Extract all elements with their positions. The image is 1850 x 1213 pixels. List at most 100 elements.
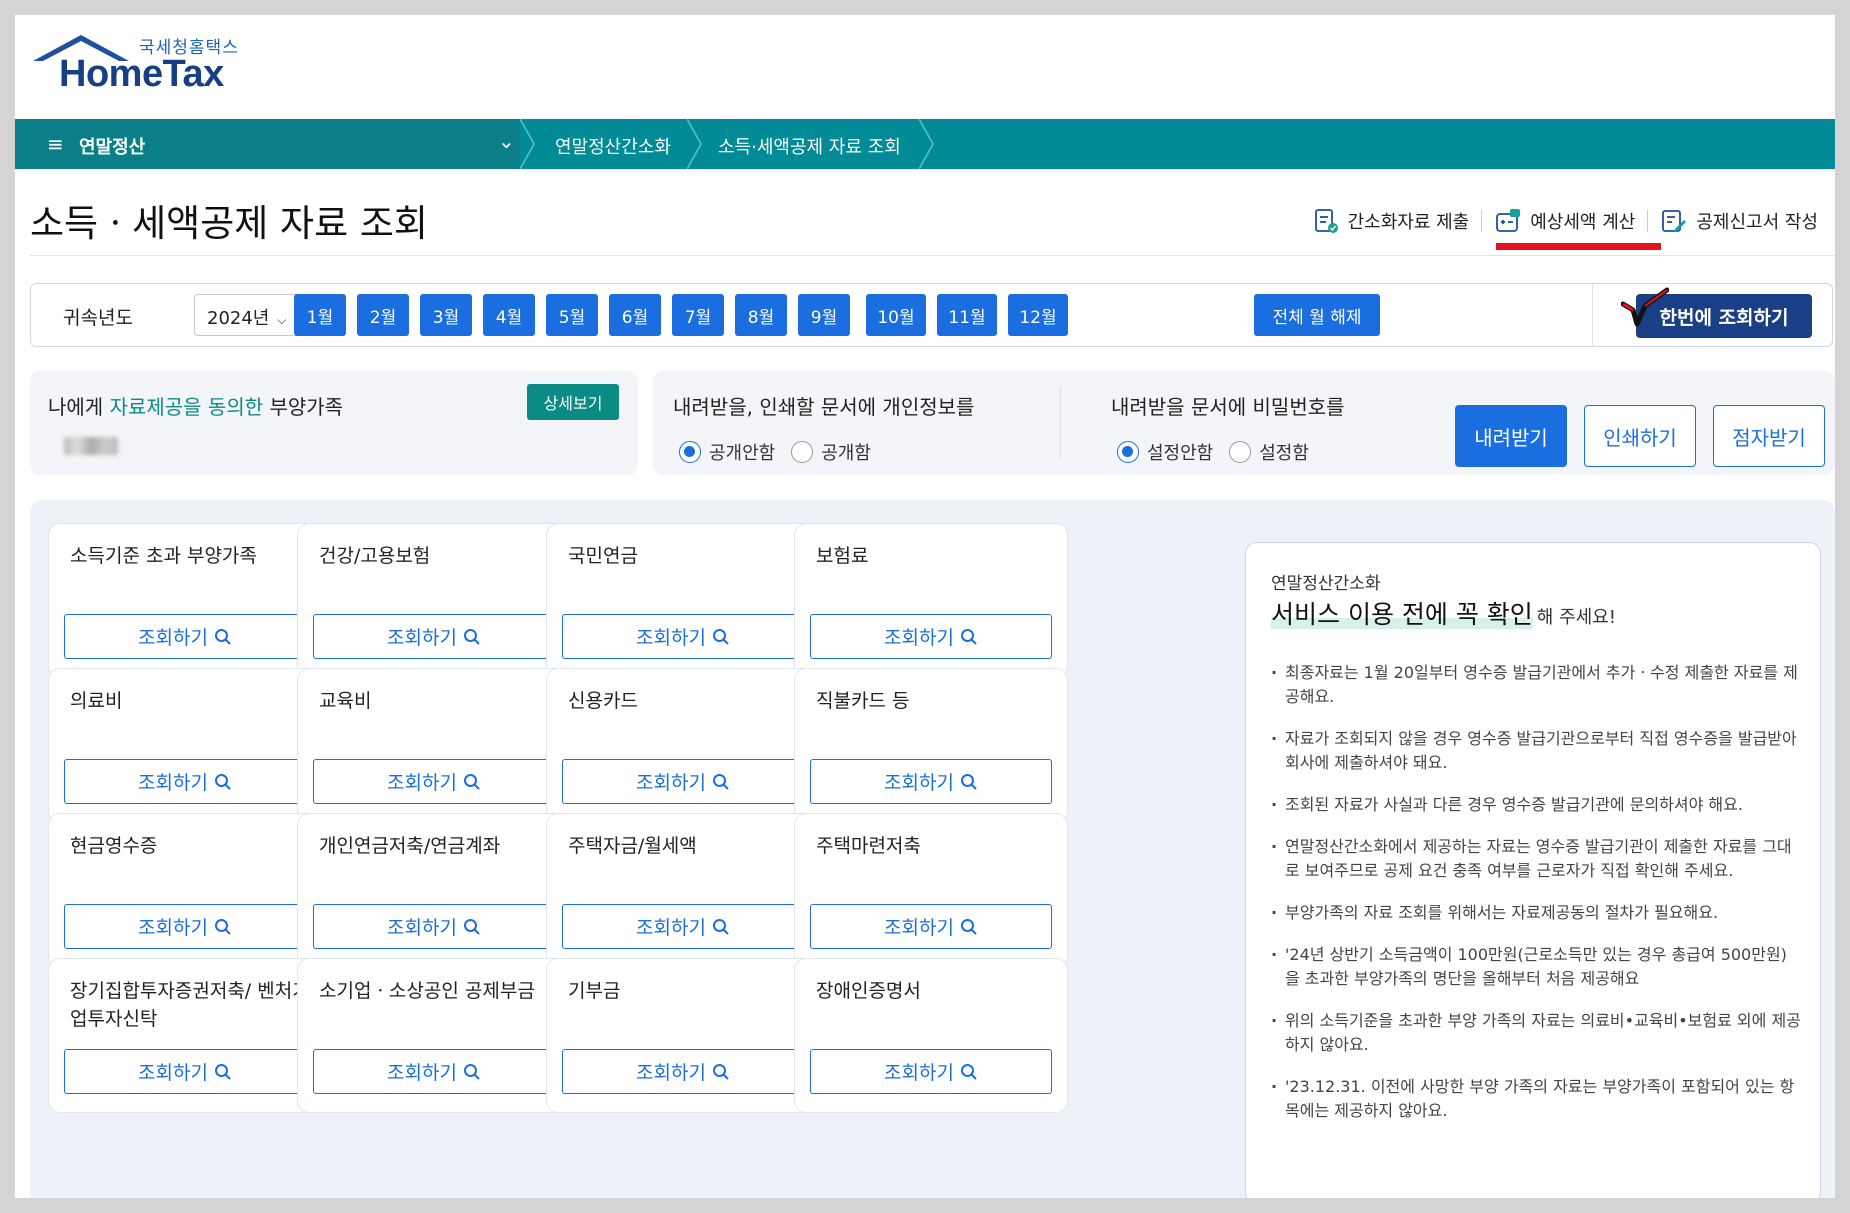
card-search-button[interactable]: 조회하기 <box>313 614 555 659</box>
notice-item: 연말정산간소화에서 제공하는 자료는 영수증 발급기관이 제출한 자료를 그대로… <box>1271 835 1801 883</box>
detail-view-button[interactable]: 상세보기 <box>527 384 619 420</box>
breadcrumb-item-current[interactable]: 소득·세액공제 자료 조회 <box>718 133 901 159</box>
password-radio-none[interactable]: 설정안함 <box>1117 439 1213 465</box>
card-search-button[interactable]: 조회하기 <box>562 1049 804 1094</box>
service-notice-panel: 연말정산간소화 서비스 이용 전에 꼭 확인해 주세요! 최종자료는 1월 20… <box>1245 542 1821 1198</box>
notice-list: 최종자료는 1월 20일부터 영수증 발급기관에서 추가ㆍ수정 제출한 자료를 … <box>1271 661 1801 1141</box>
deduction-card: 장기집합투자증권저축/ 벤처기업투자신탁 조회하기 <box>48 958 322 1113</box>
search-icon <box>463 628 480 645</box>
hamburger-icon[interactable]: ≡ <box>47 132 64 156</box>
submit-simplified-data-link[interactable]: 간소화자료 제출 <box>1300 207 1482 235</box>
logo-wordmark: HomeTax <box>59 53 224 95</box>
search-icon <box>214 918 231 935</box>
card-title: 직불카드 등 <box>816 690 910 712</box>
month-button[interactable]: 2월 <box>357 294 409 336</box>
month-button[interactable]: 1월 <box>294 294 346 336</box>
deduction-card: 건강/고용보험조회하기 <box>297 523 571 678</box>
search-icon <box>214 1063 231 1080</box>
card-search-label: 조회하기 <box>387 627 457 649</box>
deduction-card: 의료비조회하기 <box>48 668 322 823</box>
month-button[interactable]: 7월 <box>672 294 724 336</box>
card-search-button[interactable]: 조회하기 <box>64 904 306 949</box>
month-button[interactable]: 6월 <box>609 294 661 336</box>
deduction-card: 직불카드 등조회하기 <box>794 668 1068 823</box>
notice-item: '23.12.31. 이전에 사망한 부양 가족의 자료는 부양가족이 포함되어… <box>1271 1075 1801 1123</box>
month-button[interactable]: 8월 <box>735 294 787 336</box>
password-radio-group: 설정안함 설정함 <box>1117 439 1325 465</box>
notice-item: 최종자료는 1월 20일부터 영수증 발급기관에서 추가ㆍ수정 제출한 자료를 … <box>1271 661 1801 709</box>
card-search-button[interactable]: 조회하기 <box>810 904 1052 949</box>
deduction-card: 소기업ㆍ소상공인 공제부금 조회하기 <box>297 958 571 1113</box>
notice-item: 부양가족의 자료 조회를 위해서는 자료제공동의 절차가 필요해요. <box>1271 901 1801 925</box>
clear-all-months-button[interactable]: 전체 월 해제 <box>1254 294 1380 336</box>
month-button[interactable]: 10월 <box>866 294 926 336</box>
nav-menu-dropdown[interactable]: ≡ 연말정산 ⌄ <box>15 119 520 169</box>
card-search-button[interactable]: 조회하기 <box>64 614 306 659</box>
password-radio-set[interactable]: 설정함 <box>1229 439 1309 465</box>
estimate-tax-link[interactable]: 예상세액 계산 <box>1482 207 1647 235</box>
privacy-radio-hide[interactable]: 공개안함 <box>679 439 775 465</box>
card-search-label: 조회하기 <box>636 1062 706 1084</box>
print-button[interactable]: 인쇄하기 <box>1584 405 1696 467</box>
card-search-button[interactable]: 조회하기 <box>562 614 804 659</box>
card-search-button[interactable]: 조회하기 <box>313 759 555 804</box>
card-search-button[interactable]: 조회하기 <box>810 1049 1052 1094</box>
card-search-button[interactable]: 조회하기 <box>810 614 1052 659</box>
month-button[interactable]: 12월 <box>1008 294 1068 336</box>
card-title: 현금영수증 <box>70 835 158 857</box>
card-search-button[interactable]: 조회하기 <box>313 1049 555 1094</box>
privacy-option-title: 내려받을, 인쇄할 문서에 개인정보를 <box>673 395 975 419</box>
quick-link-label: 간소화자료 제출 <box>1347 212 1470 233</box>
card-title: 주택자금/월세액 <box>568 835 697 857</box>
radio-button[interactable] <box>1117 441 1139 463</box>
braille-button[interactable]: 점자받기 <box>1713 405 1825 467</box>
year-select[interactable]: 2024년 ⌵ <box>194 294 300 336</box>
card-title: 교육비 <box>319 690 372 712</box>
nav-menu-label: 연말정산 <box>79 137 146 158</box>
month-button[interactable]: 3월 <box>420 294 472 336</box>
quick-link-label: 공제신고서 작성 <box>1696 212 1818 233</box>
month-button[interactable]: 4월 <box>483 294 535 336</box>
card-title: 보험료 <box>816 545 869 567</box>
card-search-button[interactable]: 조회하기 <box>562 904 804 949</box>
deduction-card: 기부금 조회하기 <box>546 958 820 1113</box>
deduction-card: 주택자금/월세액조회하기 <box>546 813 820 968</box>
card-title: 건강/고용보험 <box>319 545 431 567</box>
card-search-button[interactable]: 조회하기 <box>562 759 804 804</box>
privacy-radio-show[interactable]: 공개함 <box>791 439 871 465</box>
breadcrumb-item[interactable]: 연말정산간소화 <box>555 133 671 159</box>
radio-button[interactable] <box>679 441 701 463</box>
download-button[interactable]: 내려받기 <box>1455 405 1567 467</box>
month-button[interactable]: 9월 <box>798 294 850 336</box>
card-search-button[interactable]: 조회하기 <box>64 1049 306 1094</box>
card-search-label: 조회하기 <box>387 1062 457 1084</box>
hometax-logo[interactable]: 국세청홈택스 HomeTax <box>31 23 241 103</box>
search-icon <box>712 918 729 935</box>
card-search-button[interactable]: 조회하기 <box>64 759 306 804</box>
card-title: 개인연금저축/연금계좌 <box>319 835 501 857</box>
card-title: 장애인증명서 <box>816 980 921 1002</box>
search-icon <box>960 628 977 645</box>
chevron-down-icon[interactable]: ⌄ <box>498 129 515 153</box>
year-label: 귀속년도 <box>63 307 133 329</box>
chevron-down-icon: ⌵ <box>277 313 287 327</box>
radio-button[interactable] <box>791 441 814 463</box>
hometax-window: 국세청홈택스 HomeTax ≡ 연말정산 ⌄ 연말정산간소화 소득·세액공제 … <box>15 15 1835 1198</box>
dependents-title: 나에게 자료제공을 동의한 부양가족 <box>48 395 344 419</box>
card-search-label: 조회하기 <box>138 772 208 794</box>
notice-item: '24년 상반기 소득금액이 100만원(근로소득만 있는 경우 총급여 500… <box>1271 943 1801 991</box>
write-deduction-form-link[interactable]: 공제신고서 작성 <box>1648 207 1830 235</box>
deduction-card: 현금영수증조회하기 <box>48 813 322 968</box>
card-title: 의료비 <box>70 690 123 712</box>
month-button[interactable]: 5월 <box>546 294 598 336</box>
dependents-panel: 나에게 자료제공을 동의한 부양가족 상세보기 <box>30 371 638 475</box>
card-title: 주택마련저축 <box>816 835 921 857</box>
breadcrumb-nav: ≡ 연말정산 ⌄ 연말정산간소화 소득·세액공제 자료 조회 <box>15 119 1835 169</box>
month-button[interactable]: 11월 <box>937 294 997 336</box>
month-filter-bar: 귀속년도 2024년 ⌵ 1월 2월 3월 4월 5월 6월 7월 8월 9월 10월 11월 12월… <box>30 283 1833 347</box>
card-search-button[interactable]: 조회하기 <box>313 904 555 949</box>
card-search-button[interactable]: 조회하기 <box>810 759 1052 804</box>
radio-button[interactable] <box>1229 441 1252 463</box>
notice-item: 자료가 조회되지 않을 경우 영수증 발급기관으로부터 직접 영수증을 발급받아… <box>1271 727 1801 775</box>
divider <box>1592 284 1593 346</box>
